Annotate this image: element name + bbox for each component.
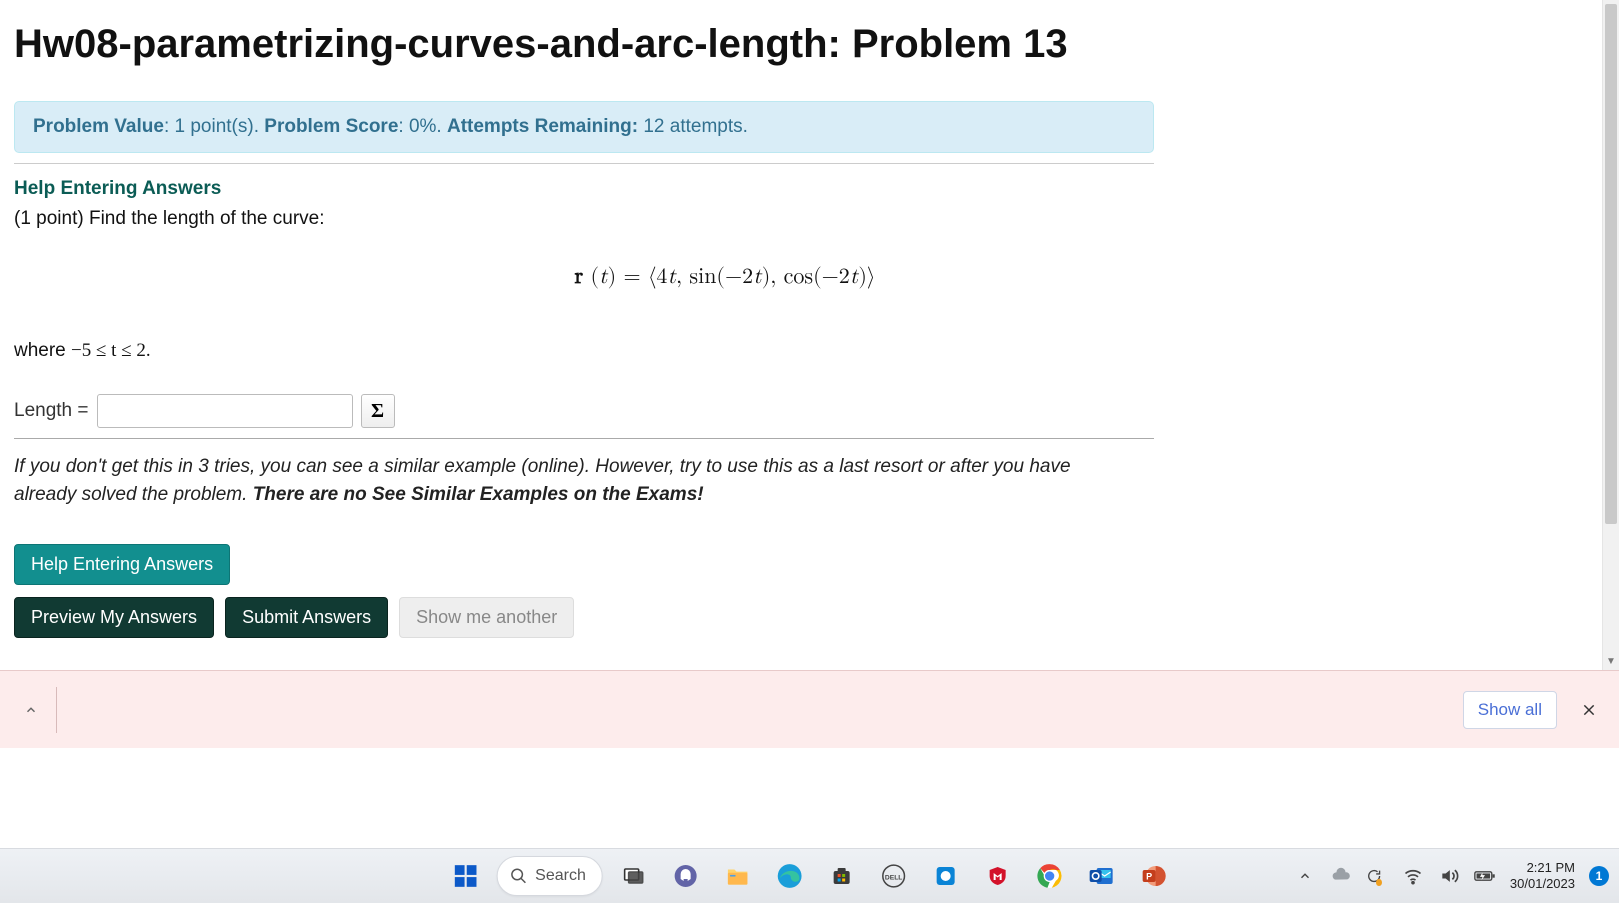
tray-chevron-up-icon[interactable] (1294, 865, 1316, 887)
submit-answers-button[interactable]: Submit Answers (225, 597, 388, 638)
show-me-another-button[interactable]: Show me another (399, 597, 574, 638)
svg-text:P: P (1146, 872, 1152, 882)
dell-app-button[interactable]: DELL (873, 855, 915, 897)
divider (14, 163, 1154, 164)
task-view-button[interactable] (613, 855, 655, 897)
downloads-bar: Show all (0, 670, 1619, 748)
outlook-button[interactable] (1081, 855, 1123, 897)
browser-scrollbar[interactable]: ▼ (1602, 0, 1619, 670)
answer-label: Length = (14, 400, 89, 422)
help-entering-answers-button[interactable]: Help Entering Answers (14, 544, 230, 585)
teams-chat-button[interactable] (665, 855, 707, 897)
downloads-collapse-chevron-icon[interactable] (14, 697, 48, 723)
domain-constraint: where −5 ≤ t ≤ 2. (14, 340, 1436, 362)
file-explorer-button[interactable] (717, 855, 759, 897)
system-tray: 2:21 PM 30/01/2023 1 (1239, 860, 1619, 891)
windows-taskbar: Search DELL (0, 848, 1619, 903)
downloads-show-all-button[interactable]: Show all (1463, 691, 1557, 729)
help-entering-answers-link[interactable]: Help Entering Answers (14, 178, 221, 200)
start-button[interactable] (444, 855, 486, 897)
onedrive-icon[interactable] (1330, 865, 1352, 887)
battery-icon[interactable] (1474, 865, 1496, 887)
taskbar-search[interactable]: Search (496, 856, 603, 896)
app-icon-blue[interactable] (925, 855, 967, 897)
chrome-browser-button[interactable] (1029, 855, 1071, 897)
wifi-icon[interactable] (1402, 865, 1424, 887)
button-row-1: Help Entering Answers (14, 544, 1436, 595)
preview-my-answers-button[interactable]: Preview My Answers (14, 597, 214, 638)
page-content: Hw08-parametrizing-curves-and-arc-length… (0, 0, 1450, 670)
formula: r (t) = ⟨4t, sin(−2t), cos(−2t)⟩ (155, 264, 1295, 290)
downloads-divider (56, 687, 57, 733)
info-attempts: 12 attempts. (643, 116, 748, 137)
page-title: Hw08-parametrizing-curves-and-arc-length… (14, 22, 1436, 67)
length-input[interactable] (97, 394, 353, 428)
problem-info-box: Problem Value: 1 point(s). Problem Score… (14, 101, 1154, 153)
edge-browser-button[interactable] (769, 855, 811, 897)
sigma-button[interactable]: Σ (361, 394, 395, 428)
notifications-badge[interactable]: 1 (1589, 866, 1609, 886)
hint-text: If you don't get this in 3 tries, you ca… (14, 453, 1134, 508)
taskbar-clock[interactable]: 2:21 PM 30/01/2023 (1510, 860, 1575, 891)
taskbar-time: 2:21 PM (1510, 860, 1575, 876)
downloads-close-icon[interactable] (1573, 696, 1605, 724)
update-icon[interactable] (1366, 865, 1388, 887)
info-score: 0%. (409, 116, 442, 137)
info-score-label: Problem Score (264, 116, 398, 137)
search-icon (509, 867, 527, 885)
scrollbar-down-arrow[interactable]: ▼ (1603, 653, 1619, 670)
mcafee-button[interactable] (977, 855, 1019, 897)
svg-text:DELL: DELL (885, 874, 903, 881)
scrollbar-thumb[interactable] (1605, 4, 1617, 524)
button-row-2: Preview My Answers Submit Answers Show m… (14, 597, 1436, 648)
taskbar-date: 30/01/2023 (1510, 876, 1575, 892)
where-prefix: where (14, 340, 71, 361)
where-math: −5 ≤ t ≤ 2. (71, 340, 151, 361)
divider-2 (14, 438, 1154, 439)
volume-icon[interactable] (1438, 865, 1460, 887)
info-value: 1 point(s). (175, 116, 259, 137)
hint-bold: There are no See Similar Examples on the… (253, 484, 704, 505)
taskbar-search-placeholder: Search (535, 867, 586, 885)
problem-prompt: (1 point) Find the length of the curve: (14, 208, 1436, 230)
info-value-label: Problem Value (33, 116, 164, 137)
answer-row: Length = Σ (14, 394, 1436, 428)
microsoft-store-button[interactable] (821, 855, 863, 897)
powerpoint-button[interactable]: P (1133, 855, 1175, 897)
info-attempts-label: Attempts Remaining: (447, 116, 638, 137)
